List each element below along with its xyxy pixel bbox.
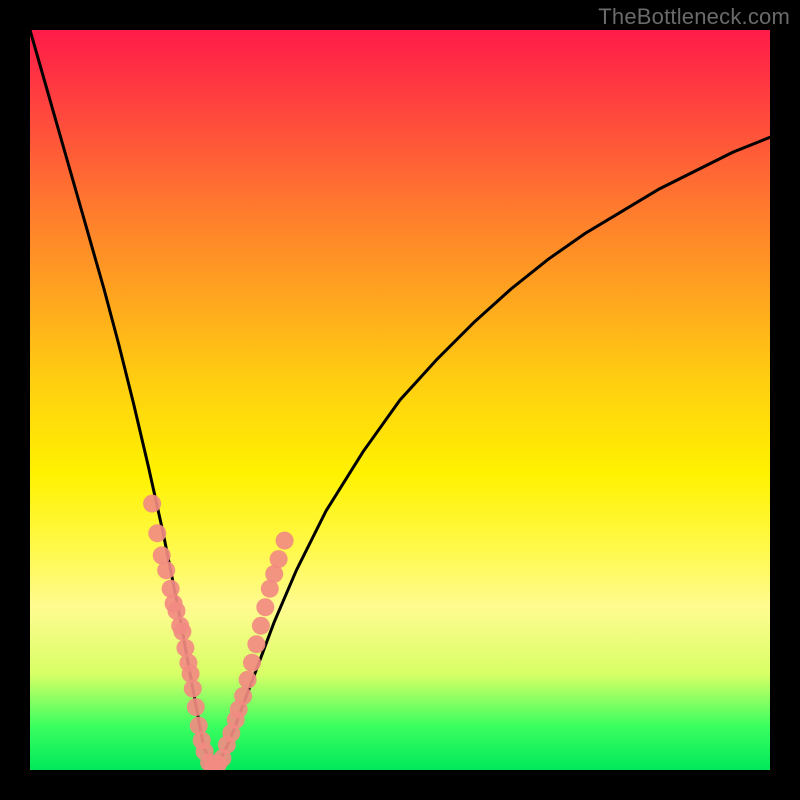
plot-area	[30, 30, 770, 770]
scatter-dot	[239, 671, 257, 689]
chart-svg	[30, 30, 770, 770]
scatter-dot	[157, 561, 175, 579]
scatter-dot	[234, 687, 252, 705]
scatter-dot	[270, 550, 288, 568]
scatter-dot	[162, 580, 180, 598]
scatter-dot	[184, 680, 202, 698]
scatter-dot	[190, 717, 208, 735]
scatter-dot	[247, 635, 265, 653]
bottleneck-curve	[30, 30, 770, 770]
scatter-dot	[252, 617, 270, 635]
chart-frame: TheBottleneck.com	[0, 0, 800, 800]
scatter-dot	[243, 654, 261, 672]
watermark-text: TheBottleneck.com	[598, 4, 790, 30]
scatter-dot	[187, 698, 205, 716]
scatter-dot	[256, 598, 274, 616]
scatter-dot	[173, 623, 191, 641]
scatter-dot	[176, 639, 194, 657]
scatter-dot	[148, 524, 166, 542]
scatter-dot	[276, 532, 294, 550]
scatter-dot	[143, 495, 161, 513]
